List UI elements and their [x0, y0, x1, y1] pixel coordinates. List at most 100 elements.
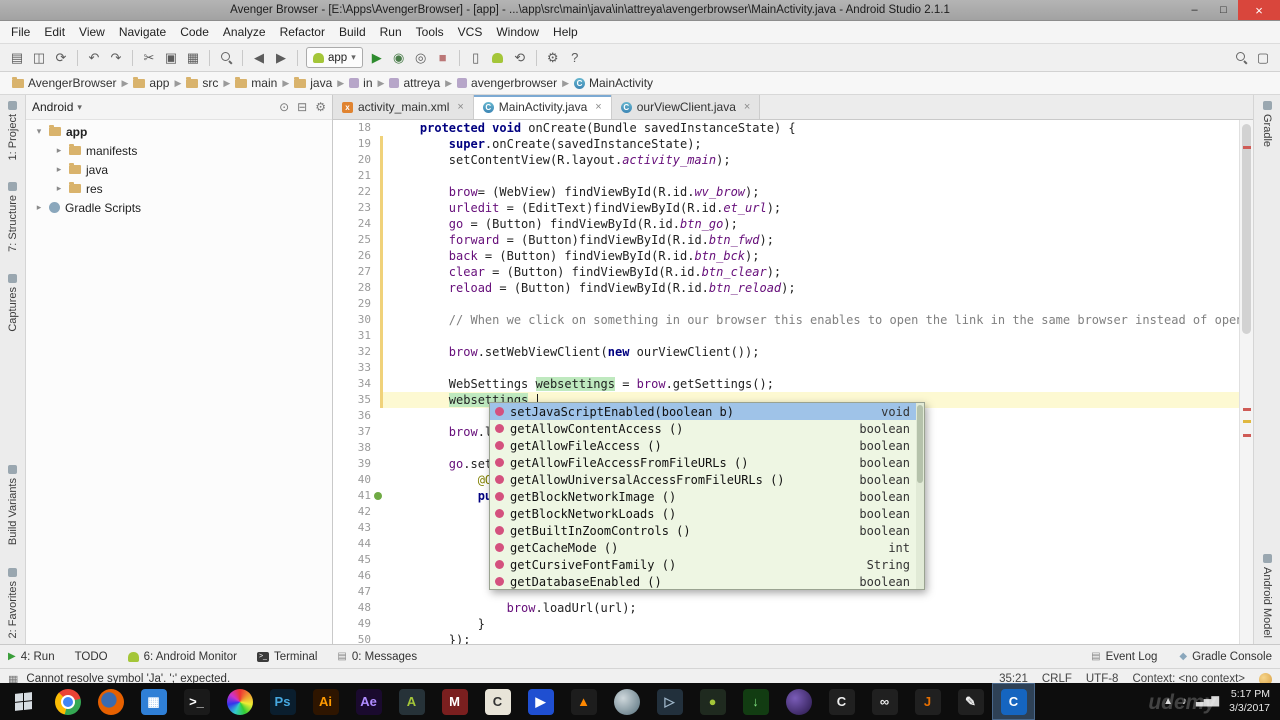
search-everywhere-icon[interactable]: [1230, 47, 1252, 68]
error-stripe-mark[interactable]: [1243, 146, 1251, 149]
undo-icon[interactable]: ↶: [83, 47, 105, 68]
menu-help[interactable]: Help: [546, 25, 585, 39]
completion-item-getdatabaseenabled[interactable]: getDatabaseEnabled () boolean: [490, 573, 924, 589]
line-number[interactable]: 22: [333, 184, 383, 200]
taskbar-clock[interactable]: 5:17 PM 3/3/2017: [1223, 688, 1280, 715]
toolwindow-button-0-messages[interactable]: ▤ 0: Messages: [337, 651, 417, 663]
popup-scrollbar-thumb[interactable]: [917, 405, 923, 483]
paste-icon[interactable]: ▦: [182, 47, 204, 68]
tree-expand-icon[interactable]: ▸: [54, 183, 64, 194]
camtasia-dark-icon[interactable]: C: [820, 683, 863, 720]
line-number[interactable]: 31: [333, 328, 383, 344]
code-line-28[interactable]: 28 reload = (Button) findViewById(R.id.b…: [333, 280, 1253, 296]
close-tab-icon[interactable]: ×: [744, 101, 750, 113]
line-number[interactable]: 29: [333, 296, 383, 312]
collapse-all-icon[interactable]: ⊟: [297, 100, 307, 114]
tree-expand-icon[interactable]: ▸: [54, 145, 64, 156]
pen-tablet-icon[interactable]: ✎: [949, 683, 992, 720]
close-tab-icon[interactable]: ×: [595, 101, 601, 113]
line-number[interactable]: 28: [333, 280, 383, 296]
eclipse-icon[interactable]: [777, 683, 820, 720]
stripe-button-captures[interactable]: Captures: [7, 274, 19, 332]
popup-scrollbar[interactable]: [916, 403, 924, 589]
toolwindow-button-gradle-console[interactable]: ◆ Gradle Console: [1179, 651, 1272, 663]
breadcrumb-item-app[interactable]: app: [131, 76, 171, 90]
breadcrumb-item-java[interactable]: java: [292, 76, 334, 90]
sdk-manager-icon[interactable]: [487, 47, 509, 68]
camtasia-light-icon[interactable]: C: [476, 683, 519, 720]
line-number[interactable]: 43: [333, 520, 383, 536]
code-line-50[interactable]: 50 });: [333, 632, 1253, 644]
completion-item-getcursivefontfamily[interactable]: getCursiveFontFamily () String: [490, 556, 924, 573]
stripe-button-android-model[interactable]: Android Model: [1261, 554, 1273, 638]
toolwindow-button-event-log[interactable]: ▤ Event Log: [1091, 651, 1157, 663]
line-number[interactable]: 24: [333, 216, 383, 232]
line-number[interactable]: 39: [333, 456, 383, 472]
tree-expand-icon[interactable]: ▸: [34, 202, 44, 213]
line-number[interactable]: 44: [333, 536, 383, 552]
code-line-19[interactable]: 19 super.onCreate(savedInstanceState);: [333, 136, 1253, 152]
line-number[interactable]: 50: [333, 632, 383, 644]
code-line-23[interactable]: 23 urledit = (EditText)findViewById(R.id…: [333, 200, 1253, 216]
start-button[interactable]: [0, 683, 46, 720]
panel-layout-icon[interactable]: ▢: [1252, 47, 1274, 68]
breadcrumb-item-attreya[interactable]: attreya: [387, 76, 442, 90]
color-wheel-icon[interactable]: [218, 683, 261, 720]
vmware-icon[interactable]: ▷: [648, 683, 691, 720]
line-number[interactable]: 40: [333, 472, 383, 488]
stripe-button-gradle[interactable]: Gradle: [1261, 101, 1273, 147]
line-number[interactable]: 45: [333, 552, 383, 568]
line-number[interactable]: 46: [333, 568, 383, 584]
breadcrumb-item-avengerbrowser[interactable]: avengerbrowser: [455, 76, 559, 90]
line-number[interactable]: 42: [333, 504, 383, 520]
override-marker-icon[interactable]: [374, 492, 382, 500]
line-number[interactable]: 20: [333, 152, 383, 168]
project-view-selector[interactable]: Android ▾: [32, 100, 82, 114]
cmd-icon[interactable]: >_: [175, 683, 218, 720]
scroll-to-source-icon[interactable]: ⊙: [279, 100, 289, 114]
editor-scrollbar[interactable]: [1239, 120, 1253, 644]
java-icon[interactable]: J: [906, 683, 949, 720]
after-effects-icon[interactable]: Ae: [347, 683, 390, 720]
line-number[interactable]: 38: [333, 440, 383, 456]
completion-item-getallowfileaccessfromfileurls[interactable]: getAllowFileAccessFromFileURLs () boolean: [490, 454, 924, 471]
firefox-icon[interactable]: [89, 683, 132, 720]
menu-tools[interactable]: Tools: [409, 25, 451, 39]
vlc-icon[interactable]: ▲: [562, 683, 605, 720]
infinity-app-icon[interactable]: ∞: [863, 683, 906, 720]
code-line-18[interactable]: 18 protected void onCreate(Bundle savedI…: [333, 120, 1253, 136]
breadcrumb-item-avengerbrowser[interactable]: AvengerBrowser: [10, 76, 119, 90]
help-icon[interactable]: ?: [564, 47, 586, 68]
error-stripe-mark[interactable]: [1243, 420, 1251, 423]
tree-item-app[interactable]: ▾ app: [26, 122, 332, 141]
minimize-icon[interactable]: –: [1180, 0, 1209, 20]
avd-manager-icon[interactable]: ▯: [465, 47, 487, 68]
line-number[interactable]: 30: [333, 312, 383, 328]
back-icon[interactable]: ◀: [248, 47, 270, 68]
line-number[interactable]: 37: [333, 424, 383, 440]
downloader-icon[interactable]: ↓: [734, 683, 777, 720]
tree-item-manifests[interactable]: ▸ manifests: [26, 141, 332, 160]
photos-icon[interactable]: ▦: [132, 683, 175, 720]
code-line-30[interactable]: 30 // When we click on something in our …: [333, 312, 1253, 328]
tree-expand-icon[interactable]: ▾: [34, 126, 44, 137]
line-number[interactable]: 25: [333, 232, 383, 248]
tree-expand-icon[interactable]: ▸: [54, 164, 64, 175]
code-line-32[interactable]: 32 brow.setWebViewClient(new ourViewClie…: [333, 344, 1253, 360]
line-number[interactable]: 21: [333, 168, 383, 184]
stripe-button-build-variants[interactable]: Build Variants: [7, 465, 19, 546]
breadcrumb-item-in[interactable]: in: [347, 76, 374, 90]
completion-item-getblocknetworkimage[interactable]: getBlockNetworkImage () boolean: [490, 488, 924, 505]
line-number[interactable]: 19: [333, 136, 383, 152]
code-line-26[interactable]: 26 back = (Button) findViewById(R.id.btn…: [333, 248, 1253, 264]
toolwindow-button-6-android-monitor[interactable]: 6: Android Monitor: [127, 651, 237, 663]
line-number[interactable]: 36: [333, 408, 383, 424]
tree-item-java[interactable]: ▸ java: [26, 160, 332, 179]
line-number[interactable]: 35: [333, 392, 383, 408]
panel-settings-icon[interactable]: ⚙: [315, 100, 326, 114]
menu-file[interactable]: File: [4, 25, 37, 39]
stripe-button-1-project[interactable]: 1: Project: [7, 101, 19, 160]
completion-item-getcachemode[interactable]: getCacheMode () int: [490, 539, 924, 556]
title-bar[interactable]: Avenger Browser - [E:\Apps\AvengerBrowse…: [0, 0, 1280, 21]
close-tab-icon[interactable]: ×: [457, 101, 463, 113]
